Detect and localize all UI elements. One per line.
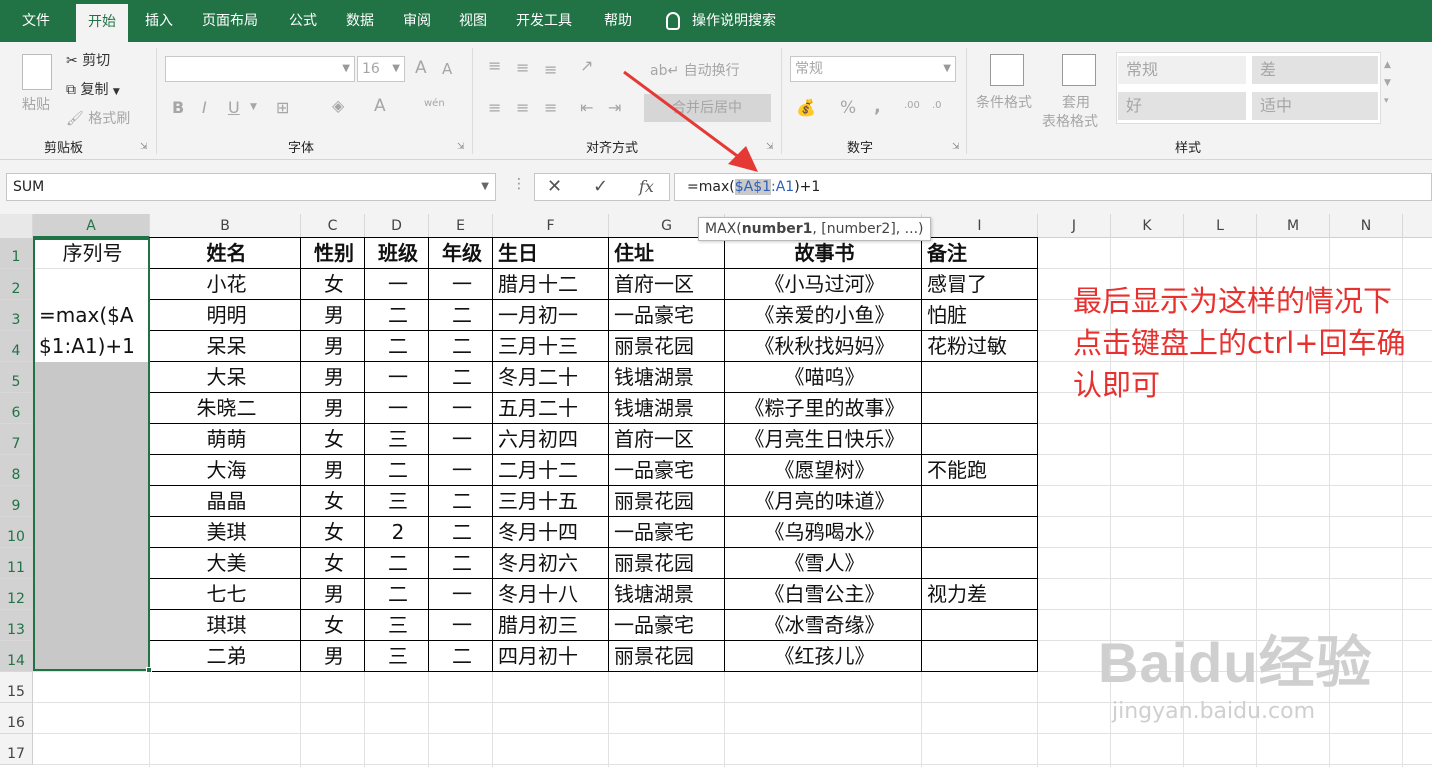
- baidu-watermark: Baidu经验 jingyan.baidu.com: [1098, 618, 1373, 724]
- watermark-logo: Baidu经验: [1098, 631, 1373, 694]
- arrow-head: [728, 146, 758, 172]
- annotation-text: 最后显示为这样的情况下 点击键盘上的ctrl+回车确认即可: [1073, 284, 1406, 402]
- arrow-shaft: [623, 70, 741, 160]
- watermark-url: jingyan.baidu.com: [1112, 699, 1316, 724]
